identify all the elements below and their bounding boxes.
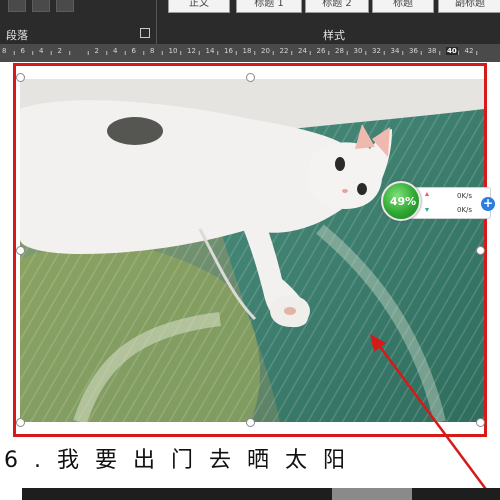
- plus-icon[interactable]: +: [481, 197, 495, 211]
- borders-icon[interactable]: [56, 0, 74, 12]
- resize-handle-left[interactable]: [16, 246, 25, 255]
- ruler-number: 10: [168, 47, 178, 55]
- resize-handle-right[interactable]: [476, 246, 485, 255]
- ruler-number: 22: [279, 47, 289, 55]
- ruler-number: 40: [446, 47, 458, 55]
- download-arrow-icon: [425, 208, 429, 212]
- styles-group-label: 样式: [323, 29, 345, 42]
- ruler-number: 18: [242, 47, 252, 55]
- style-normal-button[interactable]: 正文: [168, 0, 230, 13]
- download-speed: 0K/s: [457, 206, 473, 214]
- ribbon-top-icons: [8, 0, 74, 12]
- paragraph-dialog-launcher-icon[interactable]: [140, 28, 150, 38]
- shading-icon[interactable]: [32, 0, 50, 12]
- next-image-preview: [22, 488, 500, 500]
- paragraph-group-label: 段落: [6, 29, 28, 42]
- ruler-number: 28: [335, 47, 344, 55]
- ruler-number: 2: [94, 47, 99, 55]
- step-caption: 6.我要出门去晒太阳: [4, 448, 361, 473]
- ruler-number: 20: [261, 47, 270, 55]
- resize-handle-bottom-right[interactable]: [476, 418, 485, 427]
- ruler-number: 16: [224, 47, 233, 55]
- style-heading2-button[interactable]: 标题 2: [305, 0, 369, 13]
- ruler-number: 26: [316, 47, 326, 55]
- style-heading1-button[interactable]: 标题 1: [236, 0, 302, 13]
- resize-handle-bottom-left[interactable]: [16, 418, 25, 427]
- ruler-number: 4: [113, 47, 118, 55]
- ruler-number: 30: [353, 47, 363, 55]
- ruler-number: 8: [150, 47, 155, 55]
- upload-speed: 0K/s: [457, 192, 473, 200]
- ruler-number: 12: [187, 47, 196, 55]
- upload-arrow-icon: [425, 192, 429, 196]
- ribbon-divider: [156, 0, 157, 44]
- speed-ball[interactable]: 49%: [381, 181, 421, 221]
- horizontal-ruler[interactable]: 8 6 4 2 2 4 6 8 10 12 14 16 18 20 22 24 26 28 30 32 34 36 38 40…: [0, 44, 500, 62]
- ruler-number: 6: [131, 47, 136, 55]
- speed-percent: 49%: [389, 195, 417, 208]
- ruler-number: 4: [39, 47, 44, 55]
- selection-highlight-frame: [13, 63, 487, 437]
- resize-handle-top[interactable]: [246, 73, 255, 82]
- ruler-number: 2: [57, 47, 62, 55]
- style-title-button[interactable]: 标题: [372, 0, 434, 13]
- sort-icon[interactable]: [8, 0, 26, 12]
- resize-handle-top-left[interactable]: [16, 73, 25, 82]
- ruler-number: 24: [298, 47, 307, 55]
- ruler-number: 32: [372, 47, 381, 55]
- style-subtitle-button[interactable]: 副标题: [438, 0, 500, 13]
- ruler-number: 38: [427, 47, 437, 55]
- ruler-number: 8: [2, 47, 7, 55]
- network-speed-widget[interactable]: 49% 0K/s 0K/s +: [381, 181, 496, 223]
- ribbon: 正文 标题 1 标题 2 标题 副标题 段落 样式: [0, 0, 500, 47]
- ruler-number: 14: [205, 47, 215, 55]
- ruler-number: 34: [390, 47, 400, 55]
- ruler-number: 36: [409, 47, 418, 55]
- ruler-number: 42: [464, 47, 474, 55]
- ruler-number: 6: [20, 47, 25, 55]
- preview-highlight: [332, 488, 412, 500]
- resize-handle-bottom[interactable]: [246, 418, 255, 427]
